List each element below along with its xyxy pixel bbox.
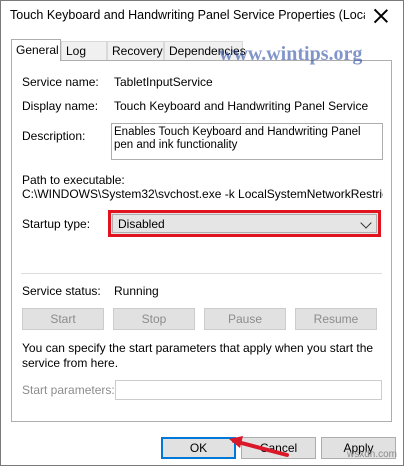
display-name-value: Touch Keyboard and Handwriting Panel Ser…	[114, 99, 369, 113]
pause-button[interactable]: Pause	[204, 308, 286, 330]
close-icon[interactable]	[371, 6, 391, 26]
start-parameters-label: Start parameters:	[22, 383, 115, 397]
stop-button[interactable]: Stop	[113, 308, 195, 330]
ok-button[interactable]: OK	[161, 437, 236, 459]
divider	[21, 273, 382, 274]
display-name-label: Display name:	[22, 99, 99, 113]
tab-general[interactable]: General	[11, 39, 61, 61]
startup-type-dropdown[interactable]: Disabled	[108, 210, 381, 237]
tab-log-on[interactable]: Log On	[61, 41, 107, 77]
service-name-value: TabletInputService	[114, 75, 213, 89]
start-parameters-input[interactable]	[115, 380, 382, 400]
path-value: C:\WINDOWS\System32\svchost.exe -k Local…	[22, 187, 383, 201]
startup-type-value: Disabled	[118, 217, 165, 231]
watermark-text: www.wintips.org	[219, 43, 363, 65]
resume-button[interactable]: Resume	[295, 308, 377, 330]
service-name-label: Service name:	[22, 75, 99, 89]
path-label: Path to executable:	[22, 173, 125, 187]
window-title: Touch Keyboard and Handwriting Panel Ser…	[10, 8, 365, 22]
start-button[interactable]: Start	[22, 308, 104, 330]
startup-type-select[interactable]: Disabled	[112, 214, 377, 233]
properties-dialog: Touch Keyboard and Handwriting Panel Ser…	[0, 0, 404, 466]
tab-recovery[interactable]: Recovery	[107, 41, 164, 60]
chevron-down-icon	[360, 217, 372, 229]
startup-type-label: Startup type:	[22, 217, 91, 231]
description-label: Description:	[22, 129, 86, 143]
description-textbox[interactable]: Enables Touch Keyboard and Handwriting P…	[111, 123, 383, 160]
title-bar: Touch Keyboard and Handwriting Panel Ser…	[1, 1, 403, 31]
help-text: You can specify the start parameters tha…	[22, 341, 374, 370]
service-status-value: Running	[114, 284, 159, 298]
corner-watermark: wsxdn.com	[347, 449, 398, 460]
service-status-label: Service status:	[22, 284, 101, 298]
